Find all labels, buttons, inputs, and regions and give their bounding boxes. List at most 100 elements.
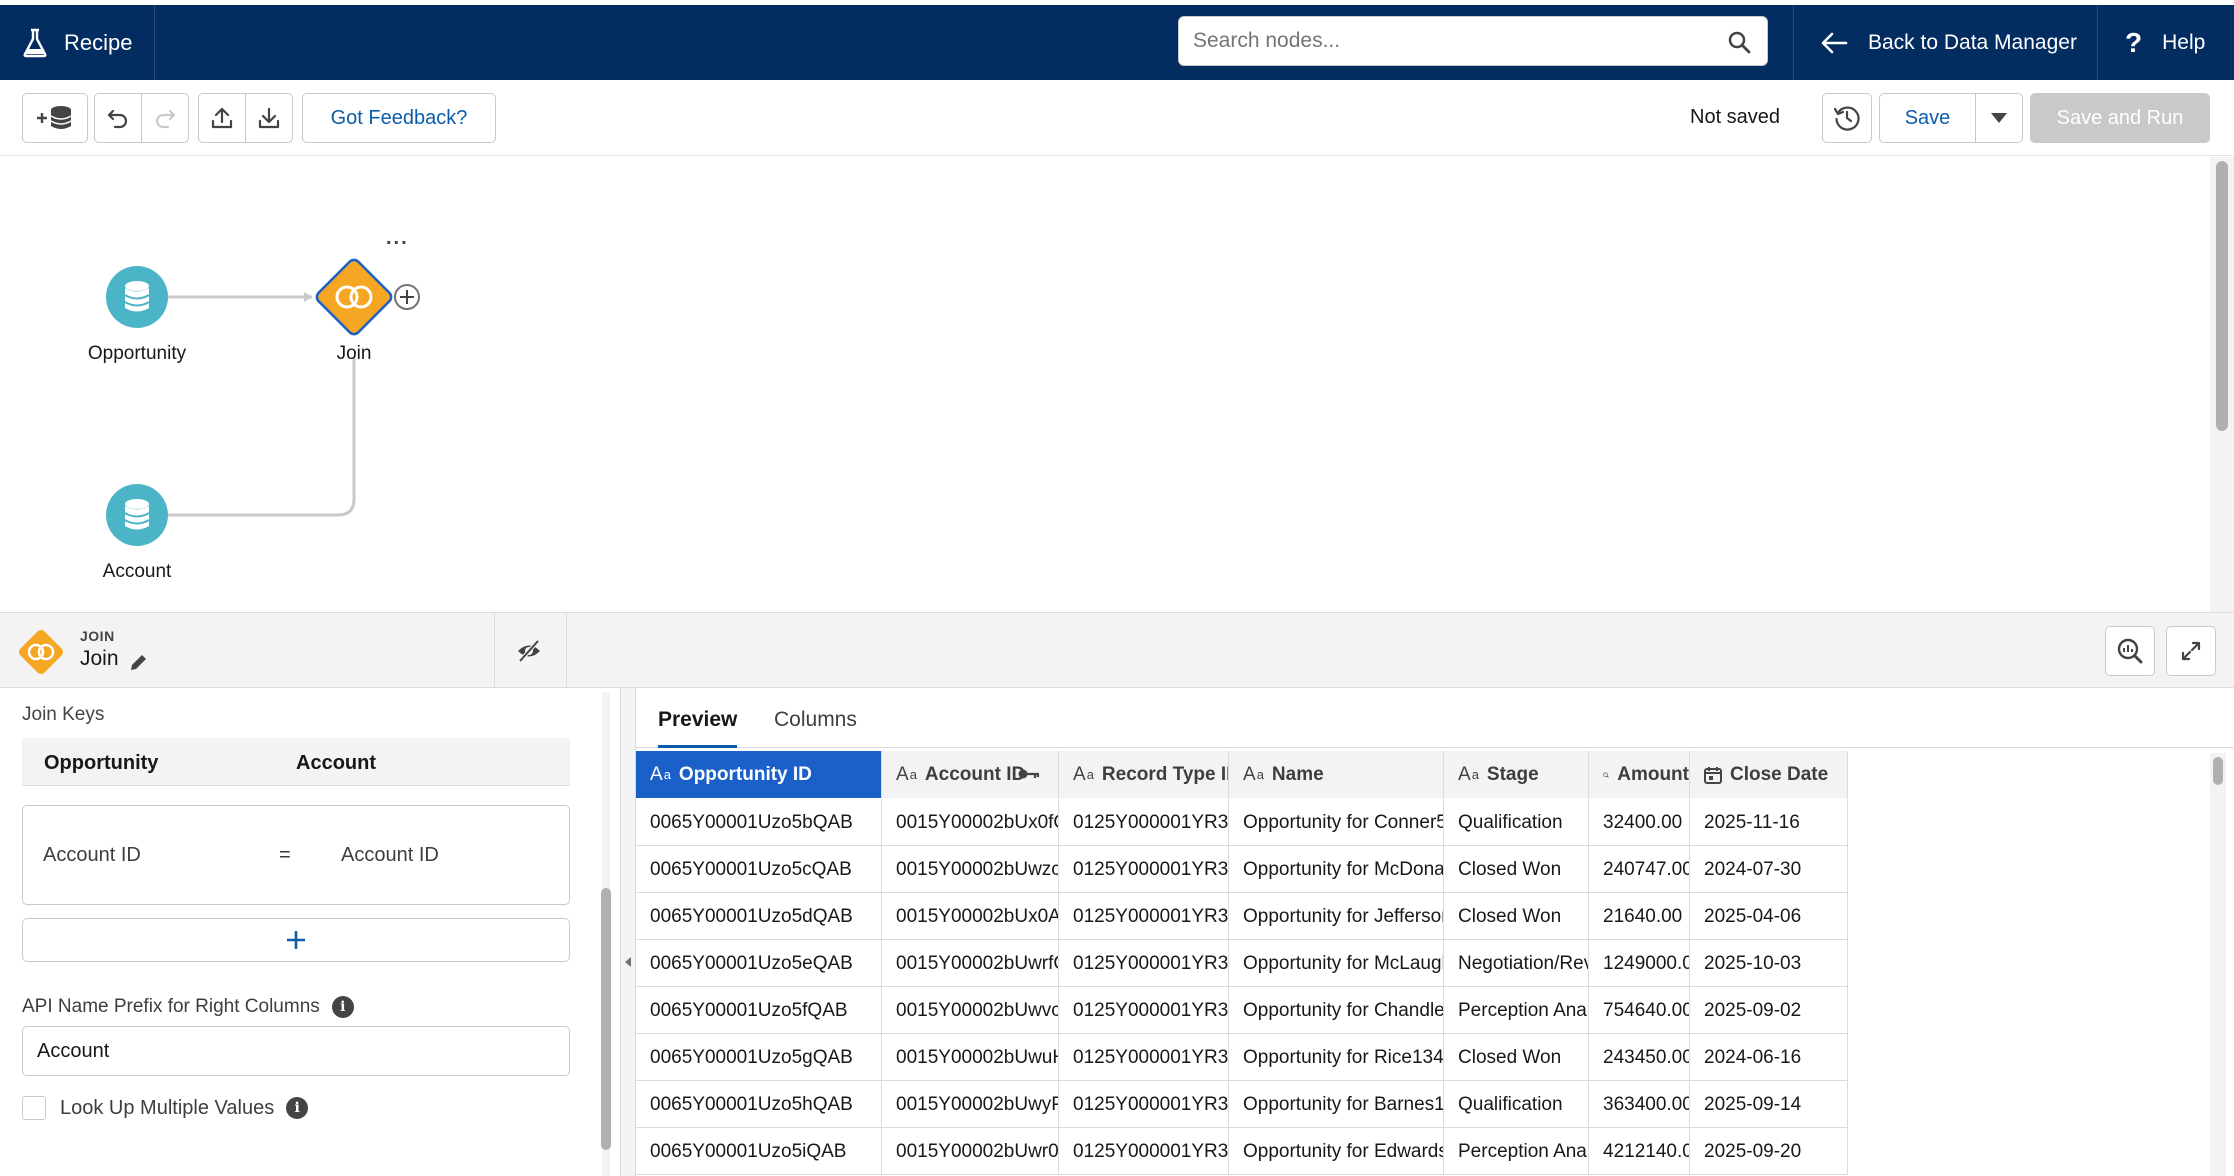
column-header[interactable]: Close Date [1690, 751, 1848, 798]
join-key-row[interactable]: Account ID = Account ID [22, 805, 570, 905]
table-cell[interactable]: Qualification [1444, 799, 1589, 846]
table-cell[interactable]: 0125Y000001YR30QAG [1059, 987, 1229, 1034]
table-cell[interactable]: 2024-06-16 [1690, 1034, 1848, 1081]
table-cell[interactable]: 0015Y00002bUx0AQAS [882, 893, 1059, 940]
column-profile-button[interactable] [2105, 626, 2155, 676]
table-cell[interactable]: 0015Y00002bUwr0QAC [882, 1128, 1059, 1175]
table-cell[interactable]: Perception Analysis [1444, 1128, 1589, 1175]
info-icon[interactable]: i [331, 996, 354, 1018]
table-cell[interactable]: 243450.00 [1589, 1034, 1690, 1081]
table-cell[interactable]: Opportunity for Conner5 [1229, 799, 1444, 846]
table-cell[interactable]: Opportunity for Jefferson17 [1229, 893, 1444, 940]
search-icon[interactable] [1727, 30, 1751, 54]
table-cell[interactable]: 4212140.00 [1589, 1128, 1690, 1175]
expand-button[interactable] [2166, 626, 2216, 676]
scrollbar-thumb[interactable] [2213, 757, 2223, 785]
table-cell[interactable]: 0065Y00001Uzo5eQAB [636, 940, 882, 987]
table-cell[interactable]: 0125Y000001YR30QAG [1059, 846, 1229, 893]
table-row[interactable]: 0065Y00001Uzo5iQAB0015Y00002bUwr0QAC0125… [636, 1128, 1848, 1175]
table-cell[interactable]: 1249000.00 [1589, 940, 1690, 987]
table-cell[interactable]: 0125Y000001YR30QAG [1059, 1128, 1229, 1175]
app-launcher[interactable]: Recipe [0, 5, 155, 80]
panel-resize-handle[interactable] [620, 688, 636, 1176]
table-cell[interactable]: 0065Y00001Uzo5hQAB [636, 1081, 882, 1128]
table-cell[interactable]: 2025-09-20 [1690, 1128, 1848, 1175]
table-cell[interactable]: 0065Y00001Uzo5cQAB [636, 846, 882, 893]
table-cell[interactable]: Opportunity for Edwards146 [1229, 1128, 1444, 1175]
recipe-canvas[interactable]: ... Opportunity Join Account [0, 157, 2234, 612]
table-cell[interactable]: 754640.00 [1589, 987, 1690, 1034]
table-cell[interactable]: Negotiation/Review [1444, 940, 1589, 987]
add-data-button[interactable] [22, 93, 88, 143]
table-cell[interactable]: 0065Y00001Uzo5fQAB [636, 987, 882, 1034]
pencil-icon[interactable] [128, 653, 148, 673]
add-node-button[interactable] [394, 284, 420, 310]
node-join[interactable] [314, 257, 393, 336]
table-cell[interactable]: 0065Y00001Uzo5iQAB [636, 1128, 882, 1175]
table-cell[interactable]: 0015Y00002bUx0fQAC [882, 799, 1059, 846]
table-cell[interactable]: 0015Y00002bUwyPQAS [882, 1081, 1059, 1128]
table-cell[interactable]: 0065Y00001Uzo5gQAB [636, 1034, 882, 1081]
undo-button[interactable] [94, 93, 142, 143]
add-join-key-button[interactable] [22, 918, 570, 962]
table-cell[interactable]: 2025-11-16 [1690, 799, 1848, 846]
node-opportunity[interactable] [106, 266, 168, 328]
table-cell[interactable]: 0015Y00002bUwvcQAC [882, 987, 1059, 1034]
table-cell[interactable]: 2024-07-30 [1690, 846, 1848, 893]
upload-button[interactable] [198, 93, 246, 143]
table-cell[interactable]: 0065Y00001Uzo5bQAB [636, 799, 882, 846]
table-row[interactable]: 0065Y00001Uzo5dQAB0015Y00002bUx0AQAS0125… [636, 893, 1848, 940]
column-header[interactable]: Aa Name [1229, 751, 1444, 798]
table-cell[interactable]: 21640.00 [1589, 893, 1690, 940]
table-row[interactable]: 0065Y00001Uzo5cQAB0015Y00002bUwzcQAC0125… [636, 846, 1848, 893]
save-options-dropdown[interactable] [1975, 93, 2023, 143]
table-cell[interactable]: 0015Y00002bUwrfQAC [882, 940, 1059, 987]
table-cell[interactable]: Opportunity for Chandler133 [1229, 987, 1444, 1034]
table-cell[interactable]: 363400.00 [1589, 1081, 1690, 1128]
redo-button[interactable] [141, 93, 189, 143]
save-and-run-button[interactable]: Save and Run [2030, 93, 2210, 143]
canvas-scrollbar[interactable] [2210, 157, 2234, 612]
table-cell[interactable]: 32400.00 [1589, 799, 1690, 846]
table-cell[interactable]: Opportunity for Rice134 [1229, 1034, 1444, 1081]
table-cell[interactable]: 2025-09-02 [1690, 987, 1848, 1034]
hide-panel-icon[interactable] [516, 639, 542, 663]
column-header[interactable]: Aa Record Type ID [1059, 751, 1229, 798]
table-row[interactable]: 0065Y00001Uzo5hQAB0015Y00002bUwyPQAS0125… [636, 1081, 1848, 1128]
settings-scrollbar[interactable] [596, 692, 616, 1176]
scrollbar-thumb[interactable] [601, 888, 611, 1150]
table-cell[interactable]: Qualification [1444, 1081, 1589, 1128]
save-button[interactable]: Save [1879, 93, 1976, 143]
column-header[interactable]: Aa Opportunity ID [636, 751, 882, 798]
scrollbar-thumb[interactable] [2216, 161, 2228, 431]
table-cell[interactable]: Closed Won [1444, 846, 1589, 893]
tab-columns[interactable]: Columns [774, 708, 857, 748]
table-cell[interactable]: 240747.00 [1589, 846, 1690, 893]
table-cell[interactable]: Opportunity for McLaughlin130 [1229, 940, 1444, 987]
back-to-data-manager-button[interactable]: Back to Data Manager [1793, 5, 2098, 80]
prefix-input[interactable] [22, 1026, 570, 1076]
download-button[interactable] [245, 93, 293, 143]
table-cell[interactable]: Closed Won [1444, 893, 1589, 940]
table-cell[interactable]: 0015Y00002bUwuHQAS [882, 1034, 1059, 1081]
tab-preview[interactable]: Preview [658, 708, 738, 748]
table-row[interactable]: 0065Y00001Uzo5fQAB0015Y00002bUwvcQAC0125… [636, 987, 1848, 1034]
table-cell[interactable]: 0015Y00002bUwzcQAC [882, 846, 1059, 893]
column-header[interactable]: Aa Account ID [882, 751, 1059, 798]
collapse-left-icon[interactable] [623, 956, 633, 968]
table-cell[interactable]: Opportunity for Barnes141 [1229, 1081, 1444, 1128]
table-cell[interactable]: 0125Y000001YR30QAG [1059, 893, 1229, 940]
table-row[interactable]: 0065Y00001Uzo5bQAB0015Y00002bUx0fQAC0125… [636, 799, 1848, 846]
lookup-multiple-checkbox[interactable] [22, 1096, 46, 1120]
node-account[interactable] [106, 484, 168, 546]
table-cell[interactable]: 0125Y000001YR30QAG [1059, 940, 1229, 987]
column-header[interactable]: Amount [1589, 751, 1690, 798]
help-button[interactable]: ? Help [2099, 5, 2234, 80]
version-history-button[interactable] [1822, 93, 1872, 143]
search-input[interactable] [1179, 17, 1699, 65]
table-cell[interactable]: 2025-04-06 [1690, 893, 1848, 940]
column-header[interactable]: Aa Stage [1444, 751, 1589, 798]
table-cell[interactable]: 0125Y000001YR30QAG [1059, 799, 1229, 846]
table-cell[interactable]: 0125Y000001YR30QAG [1059, 1081, 1229, 1128]
table-row[interactable]: 0065Y00001Uzo5eQAB0015Y00002bUwrfQAC0125… [636, 940, 1848, 987]
